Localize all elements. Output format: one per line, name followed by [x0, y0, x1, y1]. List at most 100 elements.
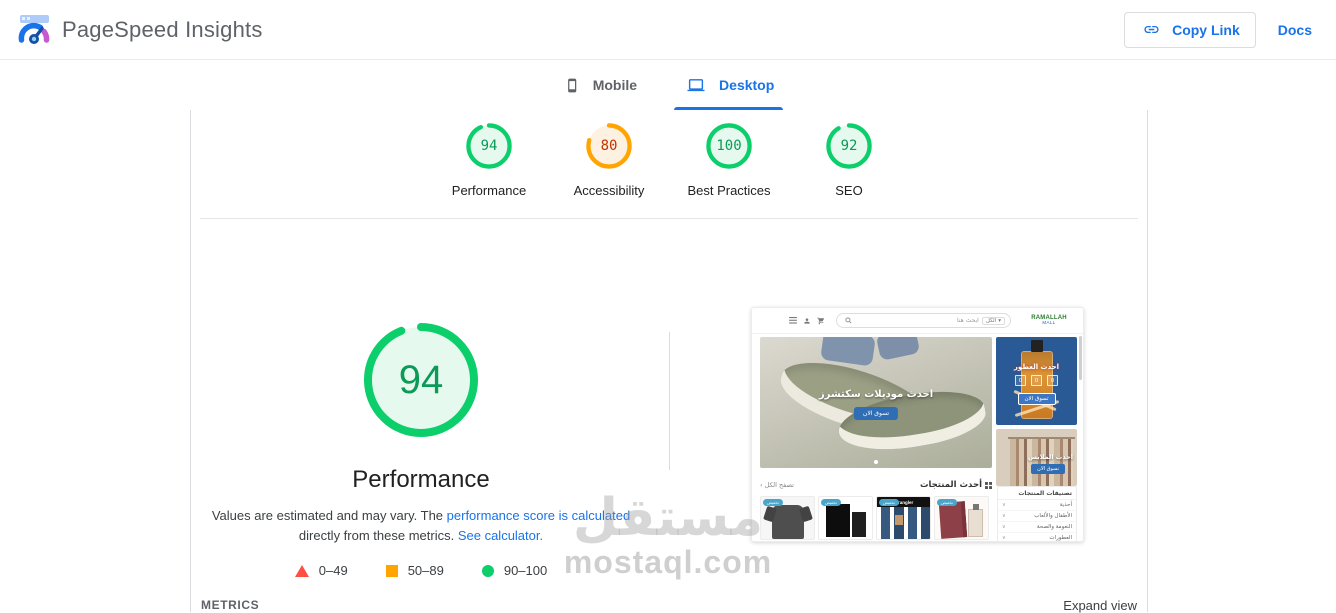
performance-main-gauge: 94: [361, 320, 481, 440]
tshirt-shape: [772, 505, 804, 539]
performance-main-score: 94: [398, 357, 444, 402]
perfume-box-shape: [938, 501, 968, 539]
categories-heading: تصنيفات المنتجات: [998, 487, 1076, 500]
product-card-black-box: تخفيض: [818, 496, 873, 540]
category-scores-row: 94 Performance 80 Accessibility 100 Best…: [191, 122, 1147, 198]
desktop-laptop-icon: [686, 77, 706, 94]
app-header: PageSpeed Insights Copy Link Docs: [0, 0, 1336, 60]
vertical-divider: [669, 332, 670, 470]
preview-search-input: ابحث هنا الكل ▾: [836, 313, 1011, 328]
clothes-promo-panel: احدث الملابس تسوق الان: [996, 429, 1077, 486]
latest-products-heading: أحدث المنتجات: [920, 480, 992, 490]
legend-average: 50–89: [385, 563, 444, 578]
chevron-down-icon: ∨: [1002, 513, 1006, 519]
black-box-shape: [852, 512, 866, 537]
score-performance[interactable]: 94 Performance: [429, 122, 549, 198]
legend-fail: 0–49: [294, 563, 348, 578]
clothes-shop-button: تسوق الان: [1031, 464, 1065, 474]
clothes-rod-shape: [1008, 437, 1075, 439]
jeans-shape: [877, 507, 930, 539]
disclaimer-text: Values are estimated and may vary. The: [211, 508, 447, 523]
category-row: ∨ النعومة والصحة: [998, 522, 1076, 533]
accessibility-score-value: 80: [600, 138, 618, 154]
copy-link-button[interactable]: Copy Link: [1124, 11, 1256, 48]
clothes-panel-title: احدث الملابس: [1027, 453, 1073, 461]
green-circle-icon: [481, 564, 494, 577]
tab-desktop-label: Desktop: [719, 77, 775, 93]
pagespeed-logo-icon[interactable]: [16, 14, 52, 46]
preview-scrollbar: [1079, 336, 1082, 380]
search-category-dropdown: الكل ▾: [981, 316, 1005, 325]
see-calculator-link[interactable]: See calculator.: [458, 528, 543, 543]
products-heading-row: ‹ تصفح الكل أحدث المنتجات: [760, 480, 992, 490]
carousel-dot: [874, 460, 878, 464]
page-title: PageSpeed Insights: [62, 16, 263, 42]
expand-view-link[interactable]: Expand view: [1063, 598, 1137, 613]
red-triangle-icon: [294, 564, 309, 577]
category-row: ∨ أحذية: [998, 500, 1076, 511]
hero-title: احدث موديلات سكتشرز: [818, 389, 934, 400]
score-legend: 0–49 50–89 90–100: [221, 563, 621, 578]
product-card-jeans: تخفيض Wrangler: [876, 496, 931, 540]
section-divider: [200, 218, 1138, 219]
best-practices-score-label: Best Practices: [687, 183, 771, 198]
store-logo-line2: MALL: [1042, 320, 1056, 326]
mobile-phone-icon: [565, 76, 580, 95]
search-icon: [845, 317, 852, 324]
report-card: 94 Performance 80 Accessibility 100 Best…: [190, 110, 1148, 613]
cart-icon: [817, 317, 825, 325]
seo-score-value: 92: [840, 138, 858, 154]
chevron-down-icon: ∨: [1002, 502, 1006, 508]
score-seo[interactable]: 92 SEO: [789, 122, 909, 198]
tab-mobile[interactable]: Mobile: [544, 60, 655, 110]
metrics-heading: METRICS: [201, 598, 260, 612]
perfume-shop-button: تسوق الان: [1017, 393, 1056, 405]
legend-fail-range: 0–49: [318, 563, 348, 578]
denim-cuff-shape: [875, 337, 921, 361]
performance-score-label: Performance: [451, 183, 527, 198]
hero-banner: احدث موديلات سكتشرز تسوق الان: [760, 337, 992, 468]
score-calculated-link[interactable]: performance score is calculated: [447, 508, 631, 523]
site-preview-thumbnail[interactable]: ابحث هنا الكل ▾ RAMALLAH MALL احدث موديلا…: [751, 307, 1084, 542]
best-practices-score-gauge: 100: [705, 122, 753, 170]
chevron-down-icon: ∨: [1002, 524, 1006, 530]
link-icon: [1143, 21, 1160, 38]
browse-all-link: ‹ تصفح الكل: [760, 481, 794, 489]
perfume-panel-title: احدث العطور: [1013, 363, 1060, 371]
seo-score-label: SEO: [835, 183, 863, 198]
accessibility-score-gauge: 80: [585, 122, 633, 170]
accessibility-score-label: Accessibility: [573, 183, 645, 198]
tab-desktop[interactable]: Desktop: [665, 60, 792, 110]
best-practices-score-value: 100: [716, 138, 742, 154]
clothes-rack-shape: [1010, 439, 1073, 486]
score-accessibility[interactable]: 80 Accessibility: [549, 122, 669, 198]
disclaimer-text-2: directly from these metrics.: [298, 528, 458, 543]
metrics-bar: METRICS Expand view: [201, 598, 1137, 613]
category-row: ∨ العطورات: [998, 533, 1076, 541]
performance-section-title: Performance: [352, 466, 490, 493]
categories-panel: تصنيفات المنتجات ∨ أحذية ∨ الأطفال والأل…: [997, 486, 1077, 541]
store-logo: RAMALLAH MALL: [1021, 315, 1077, 327]
legend-pass-range: 90–100: [503, 563, 548, 578]
denim-cuff-shape: [820, 337, 876, 367]
product-card-tshirt: تخفيض: [760, 496, 815, 540]
performance-score-value: 94: [480, 138, 498, 154]
preview-navbar: ابحث هنا الكل ▾ RAMALLAH MALL: [752, 308, 1083, 334]
legend-pass: 90–100: [481, 563, 548, 578]
grid-icon: [985, 481, 992, 489]
hamburger-menu-icon: [789, 317, 797, 324]
hero-shop-button: تسوق الان: [853, 407, 899, 420]
docs-link[interactable]: Docs: [1278, 22, 1312, 38]
device-tabbar: Mobile Desktop: [0, 60, 1336, 110]
performance-score-gauge: 94: [465, 122, 513, 170]
score-disclaimer: Values are estimated and may vary. The p…: [201, 506, 641, 546]
perfume-bottle-shape: [968, 509, 983, 537]
product-cards-row: تخفيض تخفيض تخفيض Wrangler تخفيض: [760, 496, 992, 540]
orange-square-icon: [385, 564, 398, 577]
black-box-shape: [826, 504, 850, 537]
tab-mobile-label: Mobile: [592, 77, 638, 93]
legend-average-range: 50–89: [407, 563, 444, 578]
seo-score-gauge: 92: [825, 122, 873, 170]
score-best-practices[interactable]: 100 Best Practices: [669, 122, 789, 198]
copy-link-label: Copy Link: [1172, 21, 1240, 38]
